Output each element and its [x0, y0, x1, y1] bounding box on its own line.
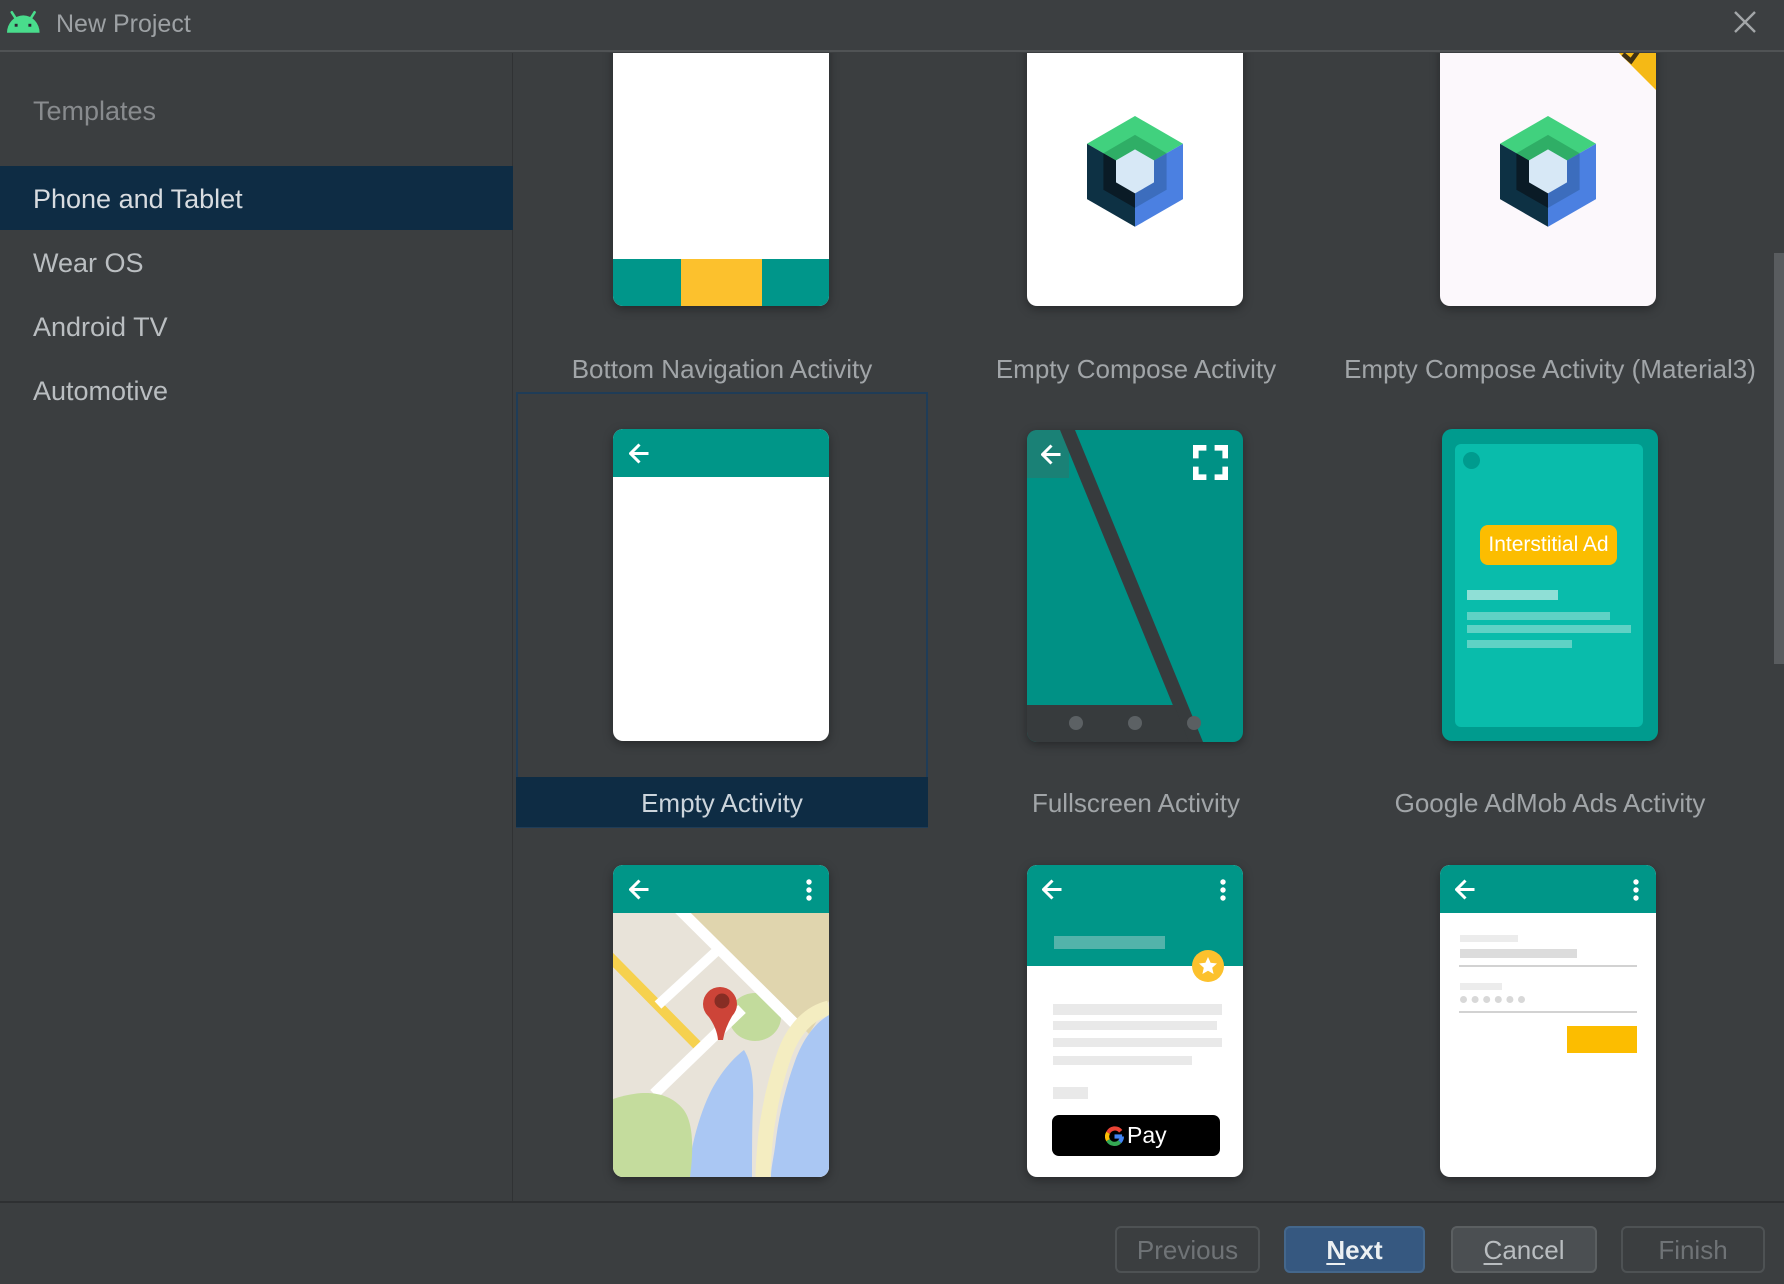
svg-text:Pay: Pay: [1127, 1123, 1167, 1148]
